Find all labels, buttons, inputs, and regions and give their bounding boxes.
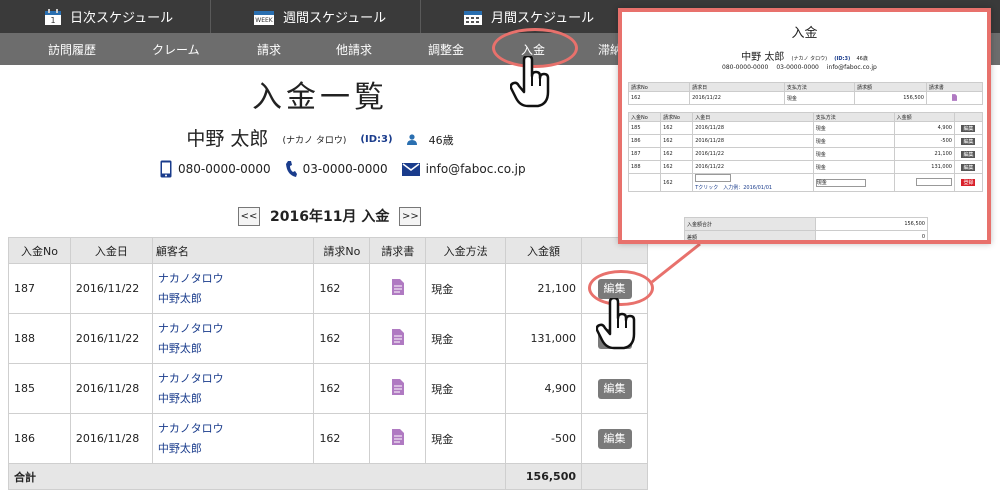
inset-edit-button[interactable]: 編集: [961, 150, 976, 158]
inset-phone: 03-0000-0000: [776, 64, 819, 71]
inset-method-select[interactable]: 現金: [815, 178, 866, 187]
inset-payment-bill: 162: [660, 134, 694, 148]
inset-col-payment-bill-no: 請求No: [660, 112, 694, 122]
inset-bill-method: 現金: [783, 91, 855, 105]
inset-date-input[interactable]: [695, 174, 732, 182]
inset-payment-row: 186 162 2016/11/28 現金 -500 編集: [627, 134, 984, 148]
inset-payment-method: 現金: [812, 134, 895, 148]
inset-payment-no: 185: [627, 121, 662, 135]
inset-payment-date: 2016/11/28: [692, 134, 814, 148]
inset-customer-name: 中野 太郎: [741, 52, 785, 63]
inset-action-cell: 編集: [953, 160, 984, 174]
inset-payment-no: 186: [627, 134, 662, 148]
inset-col-bill-date: 請求日: [689, 82, 785, 92]
inset-action-cell: 編集: [953, 134, 984, 148]
inset-summary-diff-label: 差額: [684, 230, 816, 240]
inset-invoice-cell: [925, 91, 984, 105]
inset-new-action-cell: 登録: [953, 173, 984, 192]
inset-summary-diff-value: 0: [814, 230, 929, 240]
inset-payment-bill: 162: [660, 147, 694, 161]
inset-payment-date: 2016/11/22: [692, 160, 814, 174]
inset-bill-no: 162: [627, 91, 691, 105]
inset-payment-method: 現金: [812, 160, 895, 174]
inset-save-button[interactable]: 登録: [961, 179, 976, 186]
inset-new-date-cell: Tクリック 入力例：2016/01/01: [692, 173, 814, 192]
pointer-hand-icon: [596, 298, 636, 350]
inset-customer-header: 中野 太郎 (ナカノ タロウ) (ID:3) 46歳: [622, 48, 987, 63]
inset-col-bill-no: 請求No: [627, 82, 691, 92]
inset-bill-row: 162 2016/11/22 現金 156,500: [627, 91, 984, 105]
inset-payment-method: 現金: [812, 121, 895, 135]
inset-amount-input[interactable]: [915, 177, 952, 186]
inset-new-method-cell: 現金: [812, 173, 895, 192]
inset-bill-date: 2016/11/22: [689, 91, 785, 105]
inset-new-amount-cell: [893, 173, 955, 192]
inset-payment-no: 188: [627, 160, 662, 174]
inset-summary-total-label: 入金額合計: [684, 217, 816, 231]
inset-payment-no: 187: [627, 147, 662, 161]
inset-customer-age: 46歳: [856, 56, 868, 62]
inset-col-payment-action: [953, 112, 984, 122]
inset-payment-table: 入金No 請求No 入金日 支払方法 入金額 185 162 2016/11/2…: [627, 112, 984, 192]
inset-new-bill: 162: [660, 173, 694, 192]
inset-edit-button[interactable]: 編集: [961, 124, 976, 132]
inset-email: info@faboc.co.jp: [826, 64, 877, 71]
inset-col-payment-amount: 入金額: [893, 112, 955, 122]
inset-bill-amount: 156,500: [853, 91, 927, 105]
inset-title: 入金: [791, 26, 818, 41]
inset-summary-total-value: 156,500: [814, 217, 929, 231]
inset-col-pay-method: 支払方法: [783, 82, 855, 92]
inset-action-cell: 編集: [953, 147, 984, 161]
inset-new-payment-row: 162 Tクリック 入力例：2016/01/01 現金 登録: [627, 173, 984, 192]
inset-payment-date: 2016/11/28: [692, 121, 814, 135]
inset-col-payment-date: 入金日: [692, 112, 814, 122]
inset-contact-info: 080-0000-0000 03-0000-0000 info@faboc.co…: [722, 64, 885, 71]
document-icon[interactable]: [951, 93, 957, 101]
inset-customer-id: (ID:3): [834, 56, 851, 62]
inset-action-cell: 編集: [953, 121, 984, 135]
inset-col-invoice: 請求書: [925, 82, 984, 92]
inset-payment-amount: 21,100: [893, 147, 955, 161]
inset-payment-row: 188 162 2016/11/22 現金 131,000 編集: [627, 160, 984, 174]
inset-date-hint: Tクリック 入力例：2016/01/01: [695, 185, 773, 191]
inset-payment-amount: 4,900: [893, 121, 955, 135]
inset-payment-bill: 162: [660, 121, 694, 135]
inset-payment-row: 185 162 2016/11/28 現金 4,900 編集: [627, 121, 984, 135]
inset-col-bill-amount: 請求額: [853, 82, 927, 92]
inset-new-no: [627, 173, 662, 192]
inset-customer-kana: (ナカノ タロウ): [791, 56, 828, 62]
inset-payment-amount: -500: [893, 134, 955, 148]
inset-payment-row: 187 162 2016/11/22 現金 21,100 編集: [627, 147, 984, 161]
inset-edit-button[interactable]: 編集: [961, 163, 976, 171]
inset-payment-bill: 162: [660, 160, 694, 174]
inset-summary-table: 入金額合計 156,500 差額 0: [684, 217, 929, 240]
inset-mobile: 080-0000-0000: [722, 64, 769, 71]
inset-payment-amount: 131,000: [893, 160, 955, 174]
inset-payment-date: 2016/11/22: [692, 147, 814, 161]
inset-col-payment-no: 入金No: [627, 112, 662, 122]
inset-bill-table: 請求No 請求日 支払方法 請求額 請求書 162 2016/11/22 現金 …: [627, 82, 984, 105]
inset-col-payment-method: 支払方法: [812, 112, 895, 122]
inset-payment-method: 現金: [812, 147, 895, 161]
screenshot-stage: 1 日次スケジュール WEEK 週間スケジュール 月間スケジュール 訪問履歴 ク…: [0, 0, 1000, 500]
inset-edit-button[interactable]: 編集: [961, 137, 976, 145]
payment-detail-inset: 入金 中野 太郎 (ナカノ タロウ) (ID:3) 46歳 080-0000-0…: [618, 8, 991, 244]
pointer-hand-icon: [510, 56, 550, 108]
